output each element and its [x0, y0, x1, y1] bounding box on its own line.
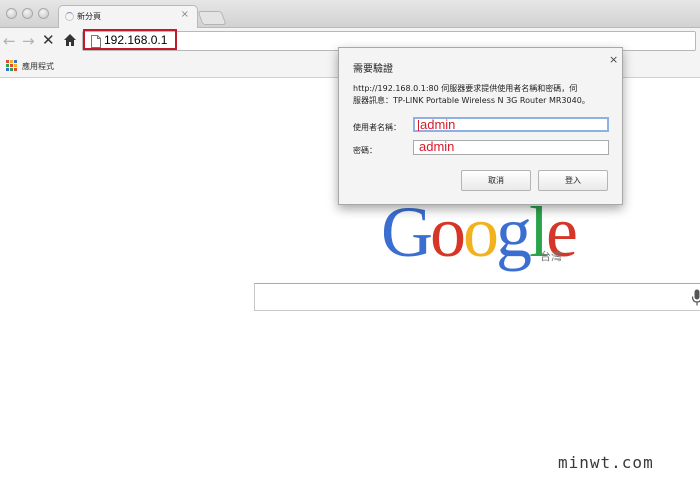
username-field[interactable]: admin: [413, 117, 609, 132]
window-zoom-button[interactable]: [38, 8, 49, 19]
apps-bookmark-link[interactable]: 應用程式: [22, 61, 54, 72]
search-input[interactable]: [254, 283, 700, 311]
tab-strip: 新分頁 ×: [0, 0, 700, 29]
tab-close-icon[interactable]: ×: [181, 9, 189, 20]
dialog-message-line2: 服器訊息：TP-LINK Portable Wireless N 3G Rout…: [353, 96, 590, 105]
password-value: admin: [419, 139, 455, 154]
dialog-message-line1: http://192.168.0.1:80 伺服器要求提供使用者名稱和密碼，伺: [353, 84, 578, 93]
back-arrow-icon[interactable]: ←: [3, 32, 16, 50]
username-label: 使用者名稱：: [353, 123, 401, 132]
home-icon[interactable]: [63, 33, 77, 47]
logo-letter-o2: o: [463, 192, 499, 272]
password-label: 密碼：: [353, 146, 377, 155]
new-tab-button[interactable]: [197, 11, 227, 25]
logo-letter-g: G: [381, 192, 433, 272]
logo-letter-g2: g: [496, 192, 532, 272]
password-field[interactable]: admin: [413, 139, 609, 155]
url-highlight-box: [83, 29, 177, 50]
tab-new-tab[interactable]: 新分頁 ×: [58, 5, 198, 29]
logo-letter-o1: o: [430, 192, 466, 272]
window-close-button[interactable]: [6, 8, 17, 19]
watermark: minwt.com: [558, 453, 654, 472]
dialog-title: 需要驗證: [353, 64, 393, 75]
forward-arrow-icon[interactable]: →: [22, 32, 35, 50]
window-minimize-button[interactable]: [22, 8, 33, 19]
text-caret: [418, 120, 419, 131]
stop-loading-icon[interactable]: ✕: [42, 31, 55, 49]
apps-grid-icon[interactable]: [6, 60, 18, 72]
username-value: admin: [420, 117, 456, 132]
dialog-message: http://192.168.0.1:80 伺服器要求提供使用者名稱和密碼，伺 …: [353, 83, 617, 107]
cancel-button[interactable]: 取消: [461, 170, 531, 191]
tab-title: 新分頁: [77, 12, 101, 21]
dialog-close-icon[interactable]: ×: [609, 53, 618, 66]
microphone-icon[interactable]: [691, 289, 700, 307]
login-button[interactable]: 登入: [538, 170, 608, 191]
auth-dialog: 需要驗證 × http://192.168.0.1:80 伺服器要求提供使用者名…: [338, 47, 623, 205]
region-label: 台灣: [540, 250, 562, 263]
browser-window: 新分頁 × ← → ✕ 192.168.0.1 應用程式 Google 台灣 需…: [0, 0, 700, 484]
loading-spinner-icon: [65, 12, 74, 21]
